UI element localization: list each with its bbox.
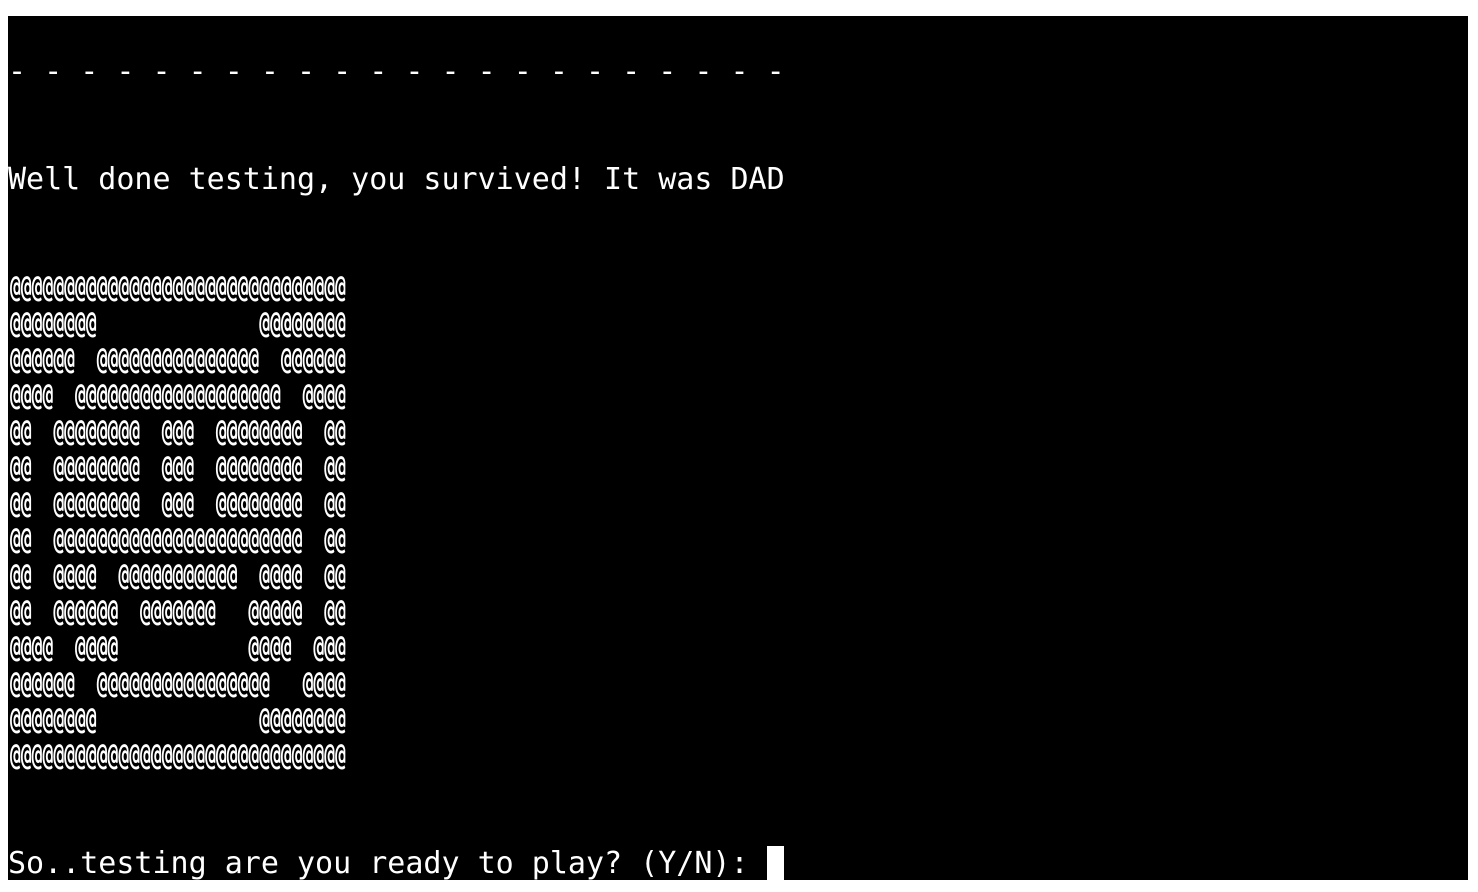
separator-line: - - - - - - - - - - - - - - - - - - - - … [8, 54, 785, 89]
ascii-art-line: @@@@ @@@@@@@@@@@@@@@@@@@ @@@@ [10, 378, 346, 413]
ascii-art-line: @@ @@@@@@ @@@@@@@ @@@@@ @@ [10, 594, 346, 629]
ascii-art-line: @@@@@@@@ @@@@@@@@ [10, 306, 346, 341]
ascii-art-line: @@ @@@@ @@@@@@@@@@@ @@@@ @@ [10, 558, 346, 593]
ascii-art-line: @@ @@@@@@@@ @@@ @@@@@@@@ @@ [10, 414, 346, 449]
ascii-art-line: @@@@ @@@@ @@@@ @@@ [10, 630, 346, 665]
ascii-art-line: @@ @@@@@@@@@@@@@@@@@@@@@@@ @@ [10, 522, 346, 557]
ascii-art-line: @@@@@@@@@@@@@@@@@@@@@@@@@@@@@@@ [10, 270, 346, 305]
ascii-art-line: @@ @@@@@@@@ @@@ @@@@@@@@ @@ [10, 486, 346, 521]
input-prompt-row[interactable]: So..testing are you ready to play? (Y/N)… [8, 846, 784, 880]
ascii-art-line: @@ @@@@@@@@ @@@ @@@@@@@@ @@ [10, 450, 346, 485]
ascii-art-line: @@@@@@@@ @@@@@@@@ [10, 702, 346, 737]
ascii-art-line: @@@@@@ @@@@@@@@@@@@@@@@ @@@@ [10, 666, 346, 701]
ascii-art-line: @@@@@@@@@@@@@@@@@@@@@@@@@@@@@@@ [10, 738, 346, 773]
text-cursor[interactable] [766, 846, 784, 880]
input-prompt: So..testing are you ready to play? (Y/N)… [8, 846, 767, 880]
ascii-art-line: @@@@@@ @@@@@@@@@@@@@@@ @@@@@@ [10, 342, 346, 377]
terminal-window[interactable]: - - - - - - - - - - - - - - - - - - - - … [8, 16, 1468, 880]
result-message: Well done testing, you survived! It was … [8, 162, 785, 197]
